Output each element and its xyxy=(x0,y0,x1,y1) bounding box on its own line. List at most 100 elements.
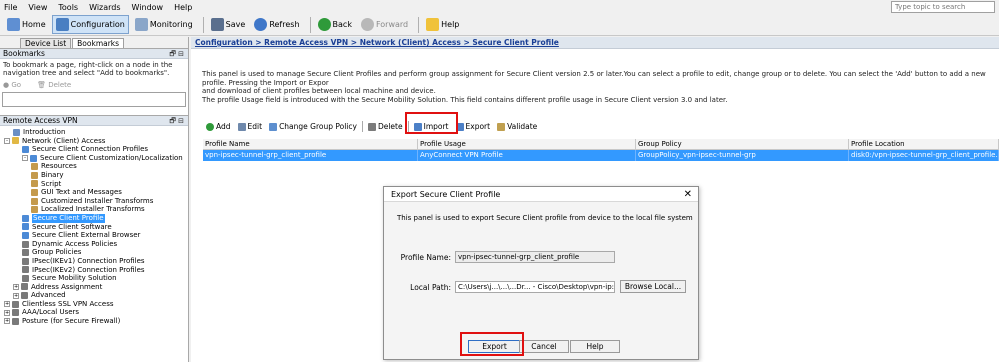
tree-node-icon xyxy=(22,249,29,257)
tree-item[interactable]: + Clientless SSL VPN Access xyxy=(0,300,188,309)
left-tabs: Device List Bookmarks xyxy=(0,37,188,48)
back-button[interactable]: Back xyxy=(315,15,355,34)
tree-node-icon xyxy=(22,223,29,231)
edit-button[interactable]: Edit xyxy=(236,121,265,133)
tree-item[interactable]: Customized Installer Transforms xyxy=(0,197,188,206)
tab-device-list[interactable]: Device List xyxy=(20,38,72,48)
tree-item[interactable]: Secure Client External Browser xyxy=(0,231,188,240)
expand-icon[interactable]: + xyxy=(4,318,10,325)
tree-item[interactable]: + Advanced xyxy=(0,291,188,300)
tree-item[interactable]: Resources xyxy=(0,162,188,171)
change-group-policy-button[interactable]: Change Group Policy xyxy=(267,121,359,133)
tree-item[interactable]: Script xyxy=(0,180,188,189)
tree-item-label: Network (Client) Access xyxy=(22,136,106,145)
export-highlight xyxy=(405,112,458,134)
tree-item[interactable]: + Posture (for Secure Firewall) xyxy=(0,317,188,326)
menu-item-view[interactable]: View xyxy=(28,3,47,12)
tree-item[interactable]: - Secure Client Customization/Localizatio… xyxy=(0,154,188,163)
menu-item-file[interactable]: File xyxy=(4,3,17,12)
search-input[interactable]: Type topic to search xyxy=(891,1,995,13)
tree-item[interactable]: Introduction xyxy=(0,128,188,137)
tree-item[interactable]: Dynamic Access Policies xyxy=(0,240,188,249)
forward-button[interactable]: Forward xyxy=(358,15,411,34)
column-header[interactable]: Profile Usage xyxy=(418,139,636,150)
add-button[interactable]: Add xyxy=(204,121,233,133)
go-button[interactable]: ● Go xyxy=(3,81,29,89)
column-header[interactable]: Profile Name xyxy=(203,139,418,150)
tree-item[interactable]: IPsec(IKEv2) Connection Profiles xyxy=(0,266,188,275)
tree-item[interactable]: GUI Text and Messages xyxy=(0,188,188,197)
expand-icon[interactable]: + xyxy=(4,301,10,308)
close-icon[interactable]: ✕ xyxy=(684,187,692,202)
export-label: Export xyxy=(465,122,491,131)
description-line-3: The profile Usage field is introduced wi… xyxy=(202,95,728,104)
tree-item-label: Secure Client Profile xyxy=(32,213,105,223)
table-row[interactable]: vpn-ipsec-tunnel-grp_client_profile AnyC… xyxy=(203,150,999,161)
back-label: Back xyxy=(332,20,352,29)
menu-item-wizards[interactable]: Wizards xyxy=(89,3,120,12)
validate-button[interactable]: Validate xyxy=(495,121,539,133)
monitoring-button[interactable]: Monitoring xyxy=(132,15,196,34)
trash-icon xyxy=(367,122,376,131)
tree-item[interactable]: Secure Client Profile xyxy=(0,213,188,223)
bookmarks-list[interactable] xyxy=(2,92,186,107)
expand-icon[interactable]: + xyxy=(4,309,10,316)
collapse-icon[interactable]: - xyxy=(22,155,28,162)
delete-button[interactable]: Delete xyxy=(366,121,405,133)
expand-icon[interactable]: + xyxy=(13,292,19,299)
expand-icon[interactable]: + xyxy=(13,283,19,290)
breadcrumb[interactable]: Configuration > Remote Access VPN > Netw… xyxy=(191,37,999,49)
tree-item[interactable]: IPsec(IKEv1) Connection Profiles xyxy=(0,257,188,266)
tree-item[interactable]: Group Policies xyxy=(0,248,188,257)
home-icon xyxy=(7,18,20,31)
tree-item[interactable]: Binary xyxy=(0,171,188,180)
column-header[interactable]: Profile Location xyxy=(849,139,999,150)
pin-icon[interactable]: 🗗 ⊟ xyxy=(169,116,184,126)
home-button[interactable]: Home xyxy=(4,15,49,34)
delete-bookmark-button[interactable]: 🗑 Delete xyxy=(37,81,79,89)
collapse-icon[interactable]: - xyxy=(4,137,10,144)
tree-node-icon xyxy=(31,206,38,214)
save-button[interactable]: Save xyxy=(208,15,249,34)
cancel-button[interactable]: Cancel xyxy=(519,340,569,353)
column-header[interactable]: Group Policy xyxy=(636,139,849,150)
configuration-button[interactable]: Configuration xyxy=(51,15,129,34)
tree-item[interactable]: Localized Installer Transforms xyxy=(0,205,188,214)
tree-item[interactable]: Secure Client Connection Profiles xyxy=(0,145,188,154)
tree-item-label: Binary xyxy=(41,170,64,179)
tree-node-icon xyxy=(31,171,38,179)
cell-profile-name: vpn-ipsec-tunnel-grp_client_profile xyxy=(203,150,418,161)
tree-item-label: Secure Mobility Solution xyxy=(32,274,117,283)
save-label: Save xyxy=(225,20,246,29)
export-button[interactable]: Export xyxy=(454,121,493,133)
save-icon xyxy=(210,18,224,31)
refresh-label: Refresh xyxy=(269,20,300,29)
refresh-button[interactable]: Refresh xyxy=(251,15,302,34)
help-button[interactable]: Help xyxy=(423,15,462,34)
dialog-title-bar: Export Secure Client Profile ✕ xyxy=(384,187,698,202)
action-separator xyxy=(361,121,363,132)
pin-icon[interactable]: 🗗 ⊟ xyxy=(169,49,184,59)
tree-item[interactable]: + Address Assignment xyxy=(0,283,188,292)
local-path-input[interactable]: C:\Users\j...\...\...Dr... - Cisco\Deskt… xyxy=(455,281,615,293)
tree-item-label: Customized Installer Transforms xyxy=(41,196,154,205)
tree-item-label: Address Assignment xyxy=(31,282,103,291)
menu-item-tools[interactable]: Tools xyxy=(58,3,78,12)
tree-item[interactable]: + AAA/Local Users xyxy=(0,308,188,317)
tab-bookmarks[interactable]: Bookmarks xyxy=(72,38,125,48)
tree-node-icon xyxy=(22,145,29,153)
tree-item[interactable]: - Network (Client) Access xyxy=(0,137,188,146)
main-toolbar: Home Configuration Monitoring Save Refre… xyxy=(0,14,999,36)
tree-node-icon xyxy=(12,317,19,325)
tree-item[interactable]: Secure Mobility Solution xyxy=(0,274,188,283)
validate-icon xyxy=(497,122,506,131)
profile-name-field: vpn-ipsec-tunnel-grp_client_profile xyxy=(455,251,615,263)
tree-item[interactable]: Secure Client Software xyxy=(0,223,188,232)
tree-node-icon xyxy=(21,292,28,300)
browse-local-button[interactable]: Browse Local... xyxy=(620,280,686,293)
menu-item-window[interactable]: Window xyxy=(132,3,164,12)
help-dialog-button[interactable]: Help xyxy=(570,340,620,353)
tree-item-label: Clientless SSL VPN Access xyxy=(22,299,114,308)
change-group-label: Change Group Policy xyxy=(279,122,357,131)
menu-item-help[interactable]: Help xyxy=(174,3,192,12)
